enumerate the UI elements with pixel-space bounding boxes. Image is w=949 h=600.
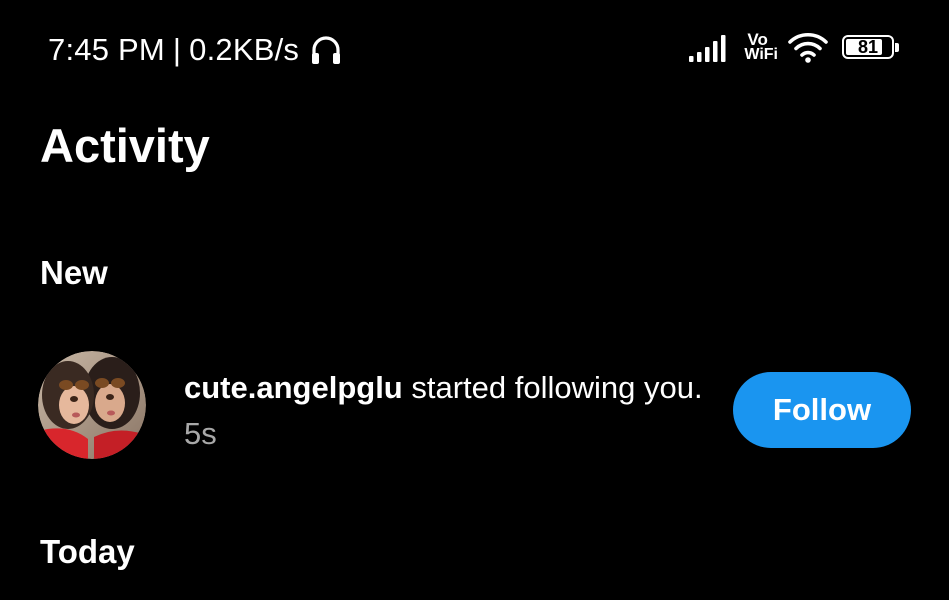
wifi-label: WiFi xyxy=(744,46,778,63)
section-heading-today: Today xyxy=(40,533,135,570)
notification-username[interactable]: cute.angelpglu xyxy=(184,370,403,405)
avatar[interactable] xyxy=(38,351,146,459)
section-heading-new: New xyxy=(40,254,108,291)
notification-row[interactable]: cute.angelpglu started following you. 5s… xyxy=(38,351,912,461)
vo-label: Vo xyxy=(747,30,768,49)
status-left: 7:45 PM | 0.2KB/s xyxy=(48,32,343,68)
activity-screen: 7:45 PM | 0.2KB/s Vo WiFi 81 Activity Ne… xyxy=(0,0,949,600)
page-title: Activity xyxy=(40,119,210,172)
vowifi-indicator: Vo WiFi xyxy=(744,30,778,63)
status-bar: 7:45 PM | 0.2KB/s Vo WiFi 81 xyxy=(0,0,949,100)
signal-icon xyxy=(689,35,726,62)
headphones-icon xyxy=(312,36,341,64)
battery-cap xyxy=(895,43,899,52)
wifi-icon xyxy=(788,32,828,63)
avatar-image xyxy=(38,351,146,459)
battery-icon: 81 xyxy=(842,35,899,59)
network-speed: 0.2KB/s xyxy=(189,32,300,67)
notification-time: 5s xyxy=(184,416,217,451)
follow-button[interactable]: Follow xyxy=(733,372,911,448)
status-separator: | xyxy=(172,32,182,67)
status-time: 7:45 PM xyxy=(48,32,165,67)
battery-percent: 81 xyxy=(857,36,879,57)
notification-action: started following you. xyxy=(402,370,703,405)
notification-text: cute.angelpglu started following you. 5s xyxy=(184,365,704,457)
status-right: Vo WiFi 81 xyxy=(688,30,899,64)
